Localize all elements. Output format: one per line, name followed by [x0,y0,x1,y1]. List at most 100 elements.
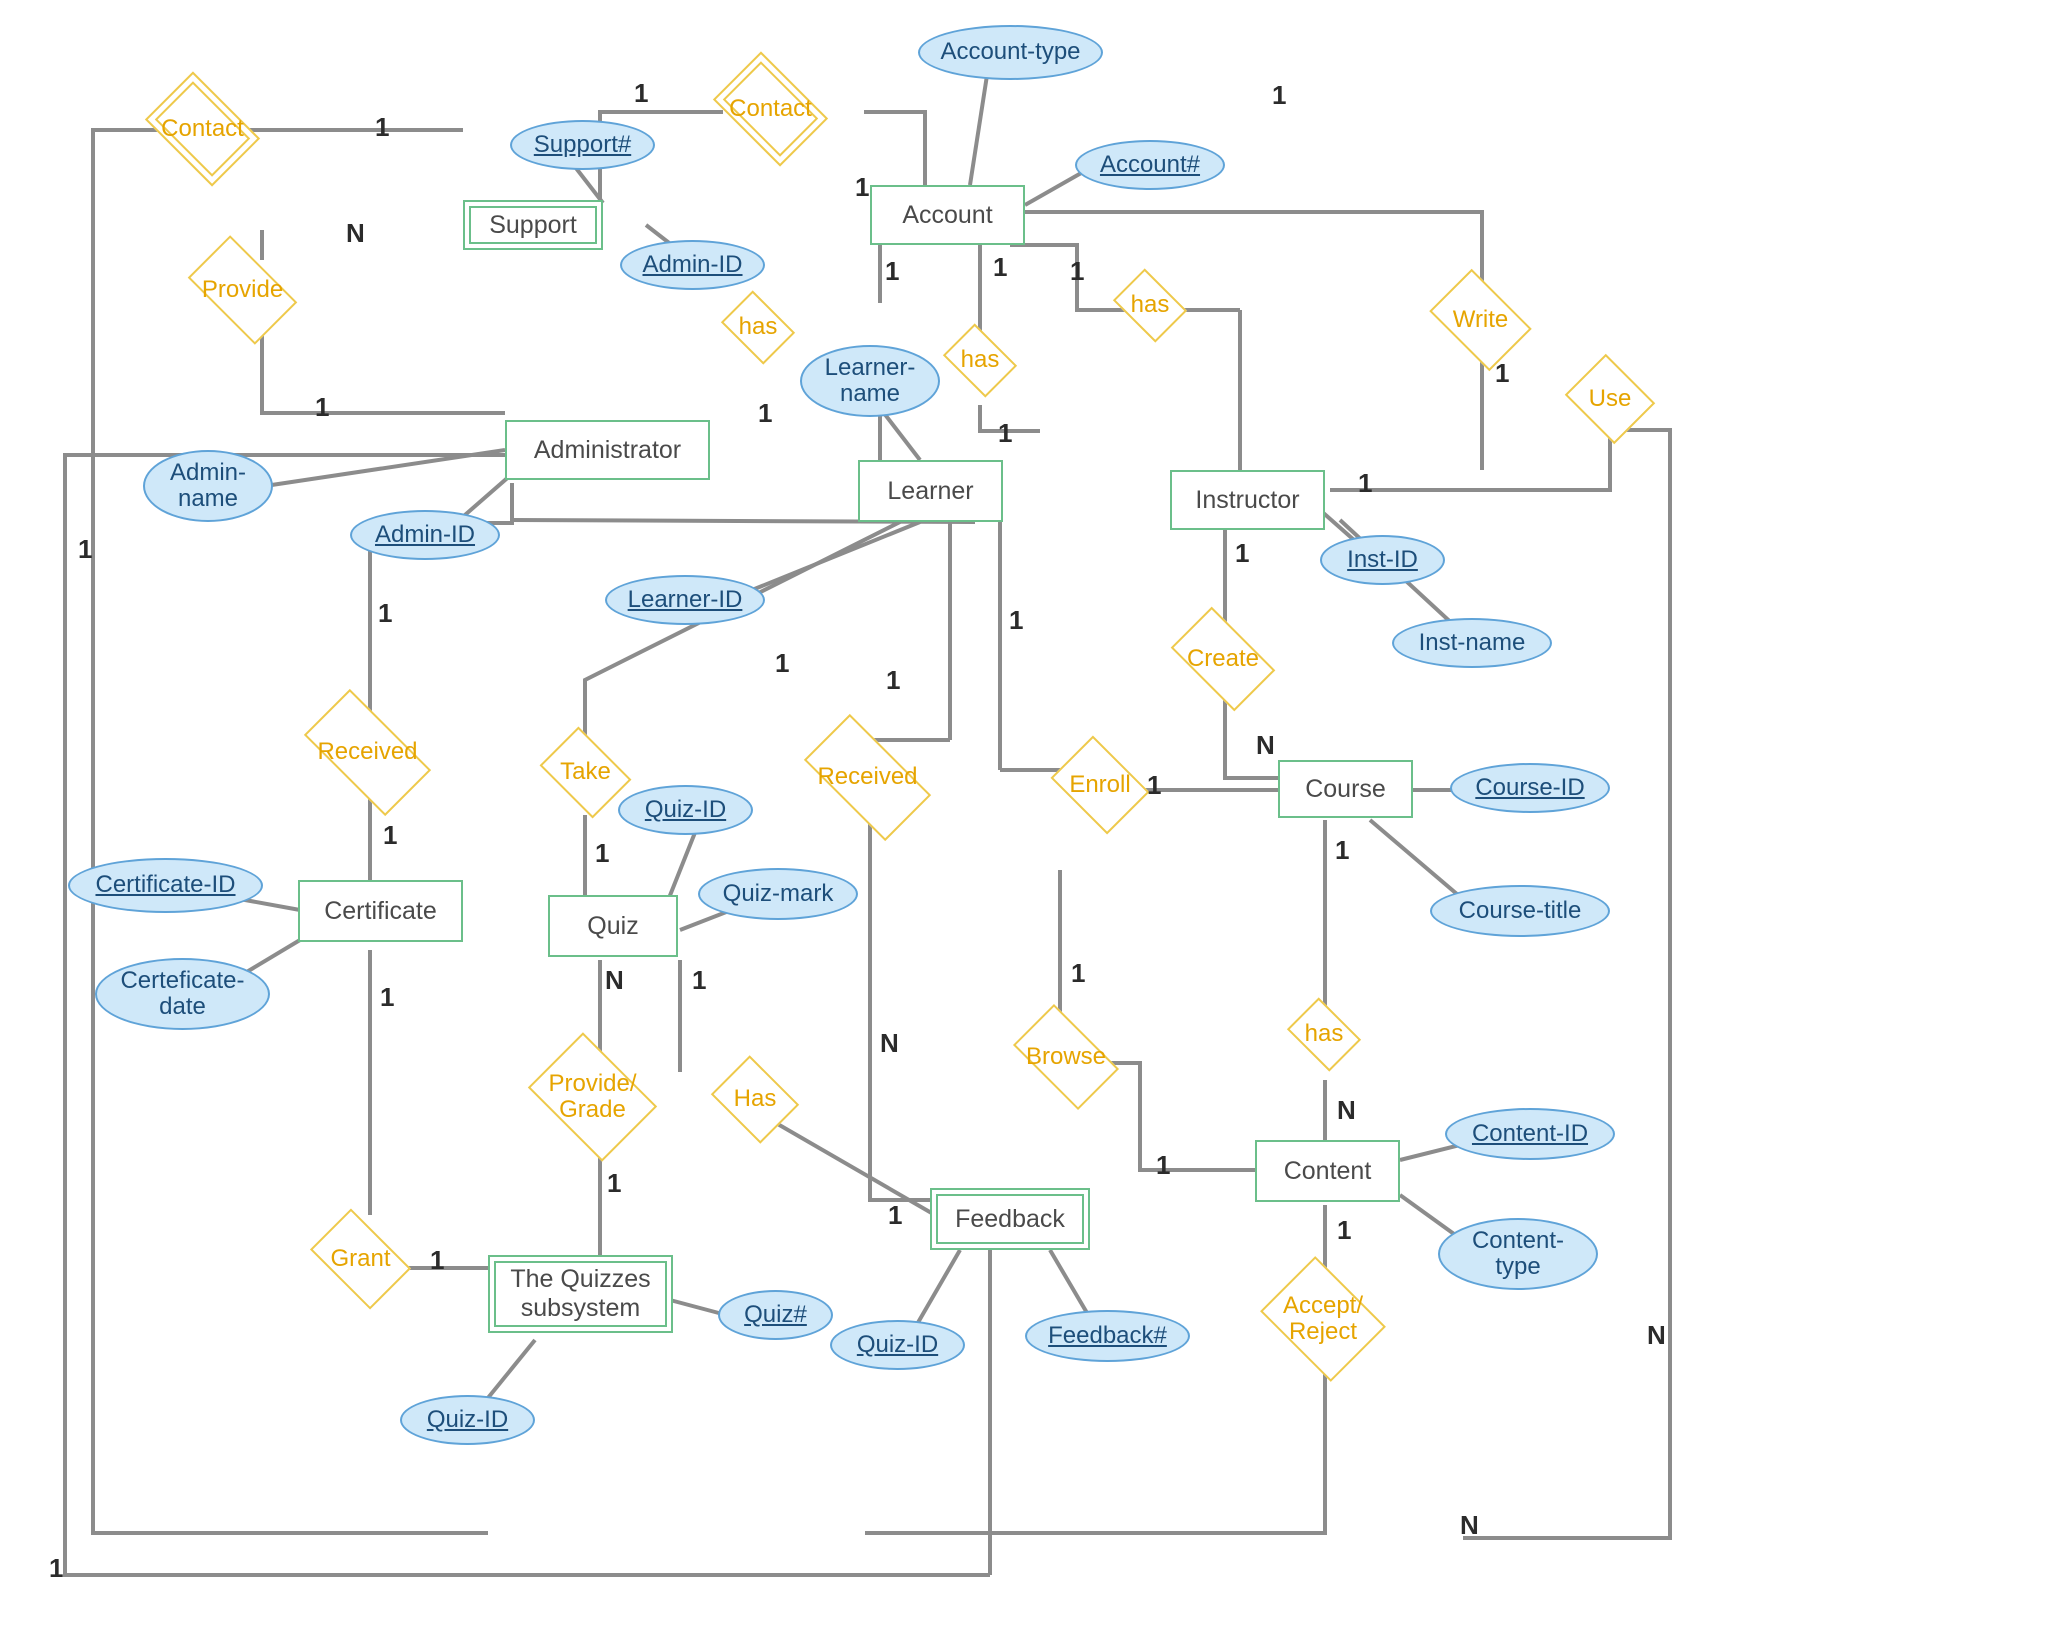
entity-feedback-label: Feedback [955,1205,1065,1234]
attr-support-no: Support# [510,120,655,170]
entity-course-label: Course [1305,775,1386,804]
relation-use-label: Use [1585,386,1636,412]
entity-course: Course [1278,760,1413,818]
card-c16: 1 [1235,538,1249,569]
entity-quiz-label: Quiz [587,912,638,941]
card-c23: 1 [595,838,609,869]
entity-administrator-label: Administrator [534,436,681,465]
entity-account-label: Account [902,201,992,230]
card-c14: 1 [78,534,92,565]
edges-layer [0,0,2059,1632]
attr-quiz-no: Quiz# [718,1290,833,1340]
card-c18: 1 [886,665,900,696]
entity-certificate-label: Certificate [324,897,437,926]
attr-certificate-date: Certeficate- date [95,958,270,1030]
relation-create-label: Create [1183,646,1263,672]
card-c28: N [880,1028,899,1059]
card-c25: 1 [380,982,394,1013]
attr-quiz-mark: Quiz-mark [698,868,858,920]
card-c2: 1 [634,78,648,109]
entity-account: Account [870,185,1025,245]
attr-content-type: Content- type [1438,1218,1598,1290]
entity-content-label: Content [1284,1157,1372,1186]
card-c32: 1 [888,1200,902,1231]
card-c35: 1 [430,1245,444,1276]
card-c8: 1 [1070,256,1084,287]
card-c27: 1 [692,965,706,996]
relation-provide: Provide [195,260,290,320]
card-c22: 1 [383,820,397,851]
er-diagram: { "entities":{ "support":"Support","acco… [0,0,2059,1632]
relation-contact-acct: Contact [723,75,818,143]
card-c33: 1 [1156,1150,1170,1181]
card-c24: 1 [1335,835,1349,866]
entity-certificate: Certificate [298,880,463,942]
card-c29: 1 [1071,958,1085,989]
card-c30: N [1337,1095,1356,1126]
relation-has-acct-learner-label: has [735,314,782,340]
attr-quiz-id-fb: Quiz-ID [830,1320,965,1370]
entity-support: Support [463,200,603,250]
relation-enroll-label: Enroll [1065,772,1134,798]
card-c13: 1 [1358,468,1372,499]
entity-support-label: Support [489,211,577,240]
relation-browse-label: Browse [1022,1044,1110,1070]
attr-content-id: Content-ID [1445,1108,1615,1160]
relation-received-fb: Received [810,745,925,810]
relation-grant-label: Grant [326,1246,394,1272]
card-c9: 1 [1495,358,1509,389]
relation-has-middle: has [950,338,1010,383]
card-bottom-n1: N [1460,1510,1479,1541]
entity-quiz: Quiz [548,895,678,957]
card-c20: 1 [1147,770,1161,801]
entity-instructor: Instructor [1170,470,1325,530]
card-c11: 1 [758,398,772,429]
relation-accept-reject: Accept/ Reject [1273,1280,1373,1358]
relation-enroll: Enroll [1060,755,1140,815]
relation-provide-label: Provide [198,277,287,303]
card-c6: 1 [885,256,899,287]
attr-learner-name: Learner- name [800,345,940,417]
card-c3: 1 [1272,80,1286,111]
relation-has-acct-instructor: has [1120,283,1180,328]
entity-administrator: Administrator [505,420,710,480]
relation-contact-admin-label: Contact [157,116,248,142]
relation-use: Use [1575,370,1645,428]
relation-take-label: Take [556,759,615,785]
relation-received-fb-label: Received [813,764,921,790]
entity-learner-label: Learner [887,477,973,506]
attr-account-no: Account# [1075,140,1225,190]
attr-quiz-id: Quiz-ID [618,785,753,835]
relation-received-cert: Received [310,720,425,785]
attr-learner-id: Learner-ID [605,575,765,625]
card-c12: 1 [998,418,1012,449]
attr-admin-id-support: Admin-ID [620,240,765,290]
attr-course-id: Course-ID [1450,763,1610,813]
relation-received-cert-label: Received [313,739,421,765]
attr-inst-id: Inst-ID [1320,535,1445,585]
card-c5: 1 [855,172,869,203]
relation-write-label: Write [1449,307,1513,333]
card-c19: 1 [1009,605,1023,636]
relation-grant: Grant [318,1230,403,1288]
relation-write: Write [1438,290,1523,350]
entity-quizzes-subsystem: The Quizzes subsystem [488,1255,673,1333]
card-c4: N [346,218,365,249]
card-c10: 1 [315,392,329,423]
card-c17: 1 [775,648,789,679]
relation-provide-grade-label: Provide/ Grade [544,1071,640,1124]
entity-feedback: Feedback [930,1188,1090,1250]
entity-learner: Learner [858,460,1003,522]
card-c26: N [605,965,624,996]
card-c34: 1 [1337,1215,1351,1246]
relation-accept-reject-label: Accept/ Reject [1279,1293,1367,1346]
attr-course-title: Course-title [1430,885,1610,937]
card-c15: 1 [378,598,392,629]
relation-has-quiz-fb: Has [720,1072,790,1127]
relation-take: Take [548,745,623,800]
entity-content: Content [1255,1140,1400,1202]
card-c7: 1 [993,252,1007,283]
attr-account-type: Account-type [918,25,1103,80]
card-c21: N [1256,730,1275,761]
relation-contact-admin: Contact [155,95,250,163]
